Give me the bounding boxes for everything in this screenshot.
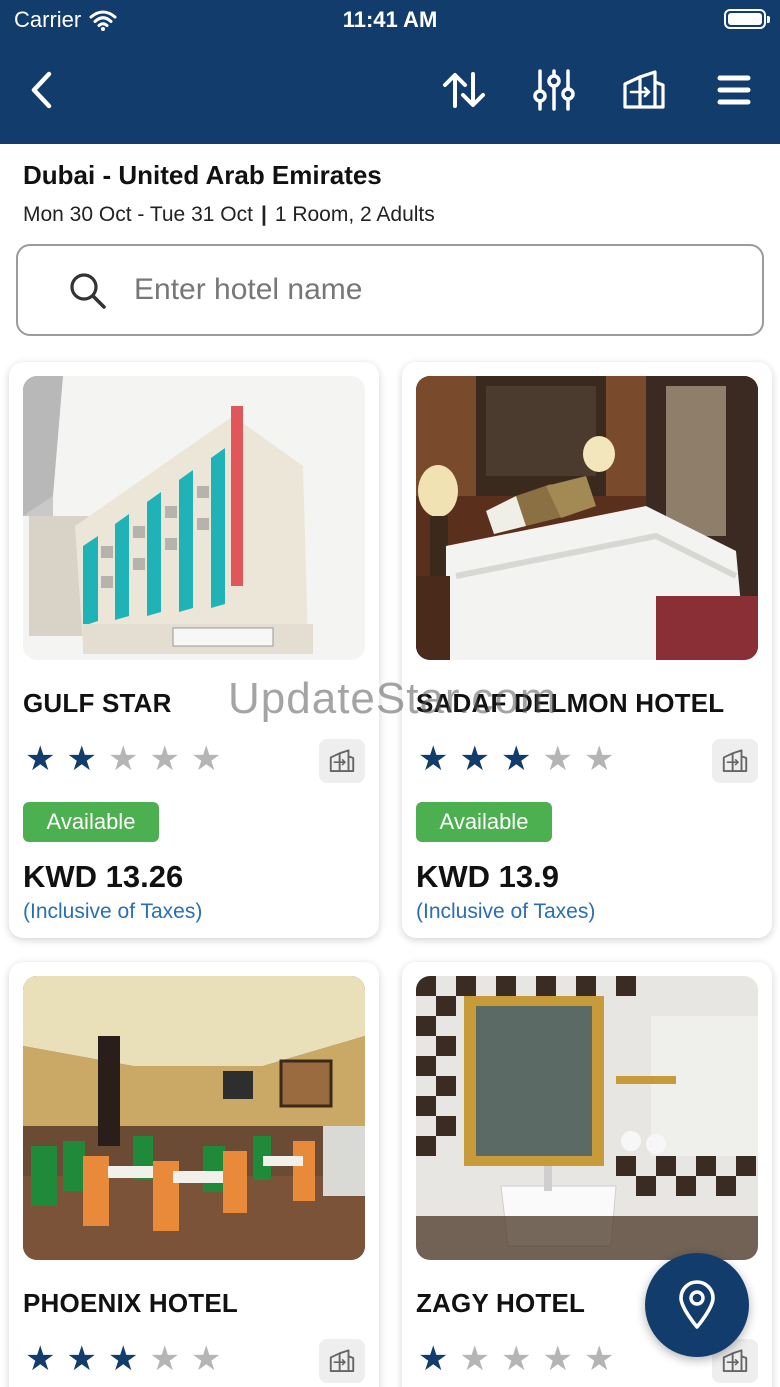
nav-bar: [0, 40, 780, 144]
hotel-price: KWD 13.9: [416, 859, 559, 894]
hotel-card[interactable]: SADAF DELMON HOTEL ★ ★ ★ ★ ★ Available KWD 1…: [402, 362, 772, 938]
map-pin-icon: [679, 1280, 715, 1329]
status-bar: Carrier 11:41 AM: [0, 0, 780, 40]
hotel-photo[interactable]: [416, 976, 758, 1260]
add-to-compare-button[interactable]: [319, 1339, 365, 1383]
hotel-photo[interactable]: [23, 976, 365, 1260]
battery-icon: [724, 9, 770, 29]
compare-hotels-icon: [722, 1349, 748, 1372]
star-empty-icon: ★: [542, 1340, 573, 1378]
sort-button[interactable]: [436, 62, 492, 118]
star-rating: ★ ★ ★ ★ ★: [25, 742, 221, 776]
search-icon: [70, 273, 106, 309]
sliders-icon: [533, 69, 575, 111]
star-empty-icon: ★: [107, 740, 139, 778]
add-to-compare-button[interactable]: [712, 739, 758, 783]
star-empty-icon: ★: [190, 740, 222, 778]
star-filled-icon: ★: [25, 1340, 56, 1378]
compare-hotels-icon: [623, 70, 665, 109]
map-view-button[interactable]: [645, 1253, 749, 1357]
stay-dates: Mon 30 Oct - Tue 31 Oct: [23, 203, 253, 226]
hotel-name[interactable]: PHOENIX HOTEL: [23, 1288, 238, 1319]
star-rating: ★ ★ ★ ★ ★: [25, 1342, 221, 1376]
back-button[interactable]: [14, 62, 70, 118]
star-filled-icon: ★: [459, 740, 490, 778]
compare-hotels-icon: [329, 749, 355, 772]
availability-badge: Available: [23, 802, 159, 842]
hamburger-menu-icon: [717, 75, 751, 105]
stay-details: Mon 30 Oct - Tue 31 Oct | 1 Room, 2 Adul…: [23, 203, 435, 227]
hotel-card[interactable]: GULF STAR ★ ★ ★ ★ ★ Available KWD 13.26 (Inc…: [9, 362, 379, 938]
hotel-search-box[interactable]: [16, 244, 764, 336]
compare-hotels-icon: [329, 1349, 355, 1372]
hotel-photo[interactable]: [23, 376, 365, 660]
hotel-price: KWD 13.26: [23, 859, 184, 894]
star-filled-icon: ★: [66, 1340, 97, 1378]
star-empty-icon: ★: [149, 740, 180, 778]
search-summary: Dubai - United Arab Emirates Mon 30 Oct …: [23, 160, 435, 227]
occupancy: 1 Room, 2 Adults: [274, 203, 435, 226]
tax-note: (Inclusive of Taxes): [416, 900, 596, 923]
status-time: 11:41 AM: [342, 7, 438, 32]
star-rating: ★ ★ ★ ★ ★: [418, 742, 614, 776]
menu-button[interactable]: [706, 62, 762, 118]
star-empty-icon: ★: [190, 1340, 222, 1378]
hotel-search-input[interactable]: [134, 264, 734, 316]
star-filled-icon: ★: [107, 1340, 139, 1378]
hotel-name[interactable]: SADAF DELMON HOTEL: [416, 688, 724, 719]
star-empty-icon: ★: [149, 1340, 180, 1378]
hotel-photo[interactable]: [416, 376, 758, 660]
availability-badge: Available: [416, 802, 552, 842]
star-filled-icon: ★: [25, 740, 56, 778]
hotel-name[interactable]: GULF STAR: [23, 688, 172, 719]
star-empty-icon: ★: [583, 740, 615, 778]
tax-note: (Inclusive of Taxes): [23, 900, 203, 923]
destination-title: Dubai - United Arab Emirates: [23, 160, 382, 190]
chevron-left-icon: [31, 71, 52, 109]
star-empty-icon: ★: [459, 1340, 490, 1378]
separator: |: [260, 203, 267, 226]
star-filled-icon: ★: [418, 1340, 449, 1378]
star-filled-icon: ★: [418, 740, 449, 778]
compare-button[interactable]: [616, 62, 672, 118]
add-to-compare-button[interactable]: [319, 739, 365, 783]
star-filled-icon: ★: [500, 740, 532, 778]
star-empty-icon: ★: [583, 1340, 615, 1378]
hotel-card[interactable]: PHOENIX HOTEL ★ ★ ★ ★ ★: [9, 962, 379, 1387]
compare-hotels-icon: [722, 749, 748, 772]
filter-button[interactable]: [526, 62, 582, 118]
star-empty-icon: ★: [542, 740, 573, 778]
star-filled-icon: ★: [66, 740, 97, 778]
sort-icon: [443, 72, 485, 108]
star-empty-icon: ★: [500, 1340, 532, 1378]
star-rating: ★ ★ ★ ★ ★: [418, 1342, 614, 1376]
hotel-name[interactable]: ZAGY HOTEL: [416, 1288, 585, 1319]
